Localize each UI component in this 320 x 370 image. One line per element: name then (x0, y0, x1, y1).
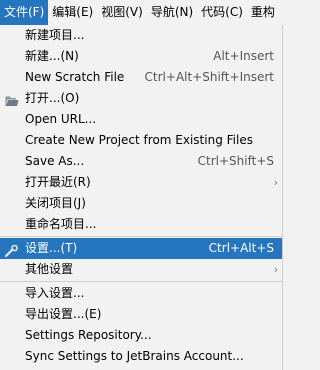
menu-navigate[interactable]: 导航(N) (147, 0, 197, 25)
menu-item-other-settings[interactable]: 其他设置 › (0, 259, 282, 280)
menu-separator (0, 281, 282, 282)
menu-item-label: Save As... (25, 154, 85, 168)
menu-code[interactable]: 代码(C) (197, 0, 247, 25)
menu-separator (0, 236, 282, 237)
file-menu-dropdown: 新建项目... 新建...(N) Alt+Insert New Scratch … (0, 25, 283, 370)
menu-view[interactable]: 视图(V) (97, 0, 147, 25)
menu-file[interactable]: 文件(F) (0, 0, 49, 25)
menu-item-shortcut: Ctrl+Alt+Shift+Insert (144, 70, 274, 84)
menu-item-label: 导入设置... (25, 286, 85, 300)
menu-item-label: 新建...(N) (25, 49, 79, 63)
menu-item-label: 打开最近(R) (25, 175, 91, 189)
menu-item-label: New Scratch File (25, 70, 125, 84)
menu-item-label: 打开...(O) (25, 91, 80, 105)
menu-bar: 文件(F) 编辑(E) 视图(V) 导航(N) 代码(C) 重构 (0, 0, 284, 25)
menu-item-create-from-existing[interactable]: Create New Project from Existing Files (0, 130, 282, 151)
menu-refactor[interactable]: 重构 (247, 0, 279, 25)
menu-item-rename-project[interactable]: 重命名项目... (0, 214, 282, 235)
menu-item-import-settings[interactable]: 导入设置... (0, 283, 282, 304)
menu-item-label: 设置...(T) (25, 241, 78, 255)
menu-item-new-project[interactable]: 新建项目... (0, 25, 282, 46)
menu-item-export-settings[interactable]: 导出设置...(E) (0, 304, 282, 325)
menu-item-shortcut: Alt+Insert (213, 49, 274, 63)
menu-item-settings-repository[interactable]: Settings Repository... (0, 325, 282, 346)
menu-item-new[interactable]: 新建...(N) Alt+Insert (0, 46, 282, 67)
menu-item-open-url[interactable]: Open URL... (0, 109, 282, 130)
menu-item-label: Settings Repository... (25, 328, 152, 342)
menu-edit[interactable]: 编辑(E) (48, 0, 97, 25)
wrench-icon (4, 243, 19, 258)
menu-item-save-as[interactable]: Save As... Ctrl+Shift+S (0, 151, 282, 172)
chevron-right-icon: › (273, 176, 278, 189)
menu-item-label: 其他设置 (25, 262, 74, 276)
menu-item-open[interactable]: 打开...(O) (0, 88, 282, 109)
menu-item-close-project[interactable]: 关闭项目(J) (0, 193, 282, 214)
menu-item-open-recent[interactable]: 打开最近(R) › (0, 172, 282, 193)
menu-item-shortcut: Ctrl+Alt+S (208, 241, 274, 255)
menu-item-label: Sync Settings to JetBrains Account... (25, 349, 244, 363)
menu-item-label: 新建项目... (25, 28, 85, 42)
menu-item-label: Open URL... (25, 112, 97, 126)
menu-item-label: 关闭项目(J) (25, 196, 86, 210)
menu-item-label: 导出设置...(E) (25, 307, 102, 321)
menu-item-shortcut: Ctrl+Shift+S (197, 154, 274, 168)
menu-item-label: 重命名项目... (25, 217, 97, 231)
menu-item-new-scratch-file[interactable]: New Scratch File Ctrl+Alt+Shift+Insert (0, 67, 282, 88)
folder-icon (5, 93, 19, 106)
menu-item-sync-settings[interactable]: Sync Settings to JetBrains Account... (0, 346, 282, 367)
menu-item-label: Create New Project from Existing Files (25, 133, 253, 147)
chevron-right-icon: › (273, 263, 278, 276)
menu-item-settings[interactable]: 设置...(T) Ctrl+Alt+S (0, 238, 282, 259)
